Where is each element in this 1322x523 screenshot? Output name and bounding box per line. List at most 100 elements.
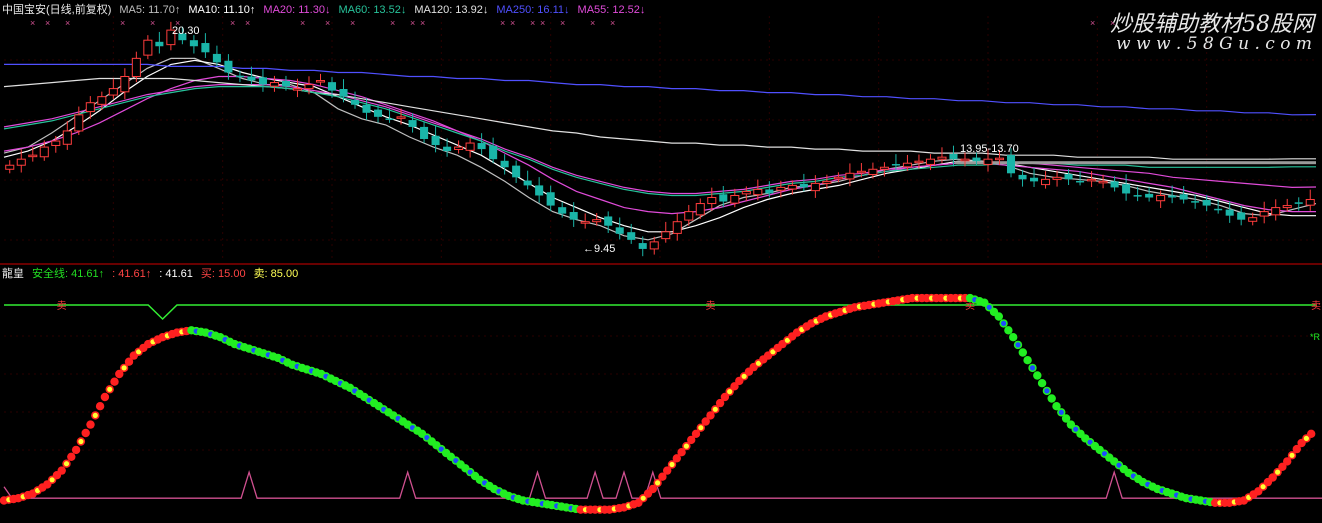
- oscillator-dot: [1009, 333, 1018, 342]
- candle-body-up: [97, 96, 107, 105]
- oscillator-dot: [81, 428, 90, 438]
- candle-body-up: [1259, 211, 1269, 217]
- oscillator-dot: [1307, 429, 1316, 438]
- candle-body-down: [477, 143, 486, 150]
- candle-body-up: [707, 197, 717, 205]
- annotation-high: 20.30: [172, 25, 200, 37]
- candle-body-down: [1294, 202, 1303, 204]
- candle-body-down: [489, 145, 498, 160]
- candle-body-down: [1030, 177, 1039, 182]
- candle-body-up: [810, 182, 820, 192]
- candle-body-down: [972, 157, 981, 162]
- candle-body-up: [5, 164, 15, 170]
- candle-body-down: [1110, 181, 1119, 188]
- x-marker: ×: [540, 18, 545, 28]
- candle-body-up: [51, 140, 61, 146]
- candle-body-up: [672, 221, 682, 234]
- stock-chart: × × × × × × × × × × × × × × × × × × × × × × × 卖卖卖卖 20.30 ←9.45…: [0, 16, 1322, 514]
- oscillator-dot: [1037, 379, 1047, 388]
- annotation-low: ←9.45: [583, 243, 615, 255]
- candle-body-down: [1214, 208, 1223, 211]
- candle-body-down: [1064, 174, 1073, 180]
- indicator-legend: 安全线: 41.61↑: 41.61↑: 41.61 买: 15.00 卖: 85.…: [32, 268, 306, 280]
- candle-body-down: [339, 89, 348, 97]
- ma-label-6: MA55: 12.52↓: [577, 4, 646, 16]
- x-marker: ×: [350, 18, 355, 28]
- candle-body-up: [937, 156, 947, 160]
- candle-body-up: [292, 88, 303, 91]
- oscillator-accent-dot: [63, 461, 70, 467]
- x-marker: ×: [65, 18, 70, 28]
- candle-body-up: [822, 180, 832, 184]
- oscillator-accent-dot: [698, 425, 704, 431]
- indicator-label-3: 买: 15.00: [200, 268, 246, 280]
- candle-body-down: [719, 194, 728, 202]
- oscillator-dot: [1023, 356, 1032, 365]
- x-marker: ×: [420, 18, 425, 28]
- candle-body-down: [431, 135, 440, 146]
- stock-title: 中国宝安(日线,前复权): [2, 4, 112, 16]
- green-top-line: [4, 304, 1316, 321]
- candle-body-down: [281, 80, 290, 87]
- candle-body-down: [385, 118, 394, 120]
- candle-body-down: [212, 53, 221, 63]
- candle-body-up: [16, 158, 26, 166]
- candle-body-down: [201, 43, 210, 53]
- candle-body-up: [649, 241, 659, 250]
- bottom-header: 龍皇 安全线: 41.61↑: 41.61↑: 41.61 买: 15.00 卖: 8…: [2, 267, 314, 281]
- candle-body-up: [845, 172, 855, 180]
- candle-body-down: [1225, 209, 1234, 216]
- candle-body-down: [350, 99, 360, 105]
- oscillator-accent-dot: [92, 412, 98, 418]
- candle-body-up: [28, 154, 38, 158]
- candle-body-up: [753, 188, 763, 196]
- candle-body-up: [695, 203, 705, 216]
- sell-marker: 卖: [705, 300, 715, 312]
- x-marker: ×: [1090, 18, 1095, 28]
- sell-marker: 卖: [57, 300, 67, 312]
- x-marker: ×: [500, 18, 505, 28]
- oscillator-dot: [71, 445, 81, 455]
- x-marker: ×: [610, 18, 615, 28]
- candle-body-up: [269, 82, 279, 87]
- candle-body-up: [315, 80, 326, 83]
- candle-body-down: [799, 183, 808, 188]
- candle-body-down: [1133, 195, 1142, 197]
- candle-body-down: [604, 216, 613, 226]
- candle-body-up: [684, 211, 694, 221]
- x-marker: ×: [230, 18, 235, 28]
- candle-body-down: [615, 227, 624, 234]
- oscillator-dot: [57, 466, 66, 475]
- candle-body-up: [925, 158, 935, 165]
- candle-body-up: [1156, 194, 1166, 202]
- candle-body-down: [569, 212, 578, 220]
- candle-body-up: [879, 166, 889, 170]
- candle-body-up: [994, 157, 1005, 161]
- sell-marker: 卖: [1311, 300, 1321, 312]
- x-marker: ×: [300, 18, 305, 28]
- ma-label-1: MA10: 11.10↑: [188, 4, 256, 16]
- indicator-label-4: 卖: 85.00: [253, 268, 299, 280]
- candle-body-up: [580, 221, 590, 224]
- oscillator-dot: [994, 312, 1003, 321]
- candle-body-up: [1248, 217, 1258, 222]
- candle-body-down: [638, 243, 647, 249]
- oscillator-dot: [95, 402, 105, 411]
- candle-body-down: [1122, 184, 1131, 194]
- candle-body-up: [1305, 199, 1315, 206]
- candle-body-down: [420, 126, 429, 140]
- candle-body-up: [833, 176, 843, 180]
- candle-body-down: [362, 104, 371, 113]
- ma-label-5: MA250: 16.11↓: [496, 4, 570, 16]
- oscillator-dot: [1018, 348, 1027, 357]
- oscillator-accent-dot: [683, 443, 690, 449]
- candle-body-up: [1098, 180, 1108, 184]
- ma-label-2: MA20: 11.30↓: [263, 4, 331, 16]
- candle-body-up: [396, 116, 406, 119]
- candle-body-down: [535, 185, 544, 196]
- candle-body-up: [741, 190, 751, 195]
- candle-body-up: [868, 168, 878, 176]
- x-marker: ×: [390, 18, 395, 28]
- oscillator-accent-dot: [1058, 409, 1064, 415]
- oscillator-accent-dot: [78, 438, 84, 445]
